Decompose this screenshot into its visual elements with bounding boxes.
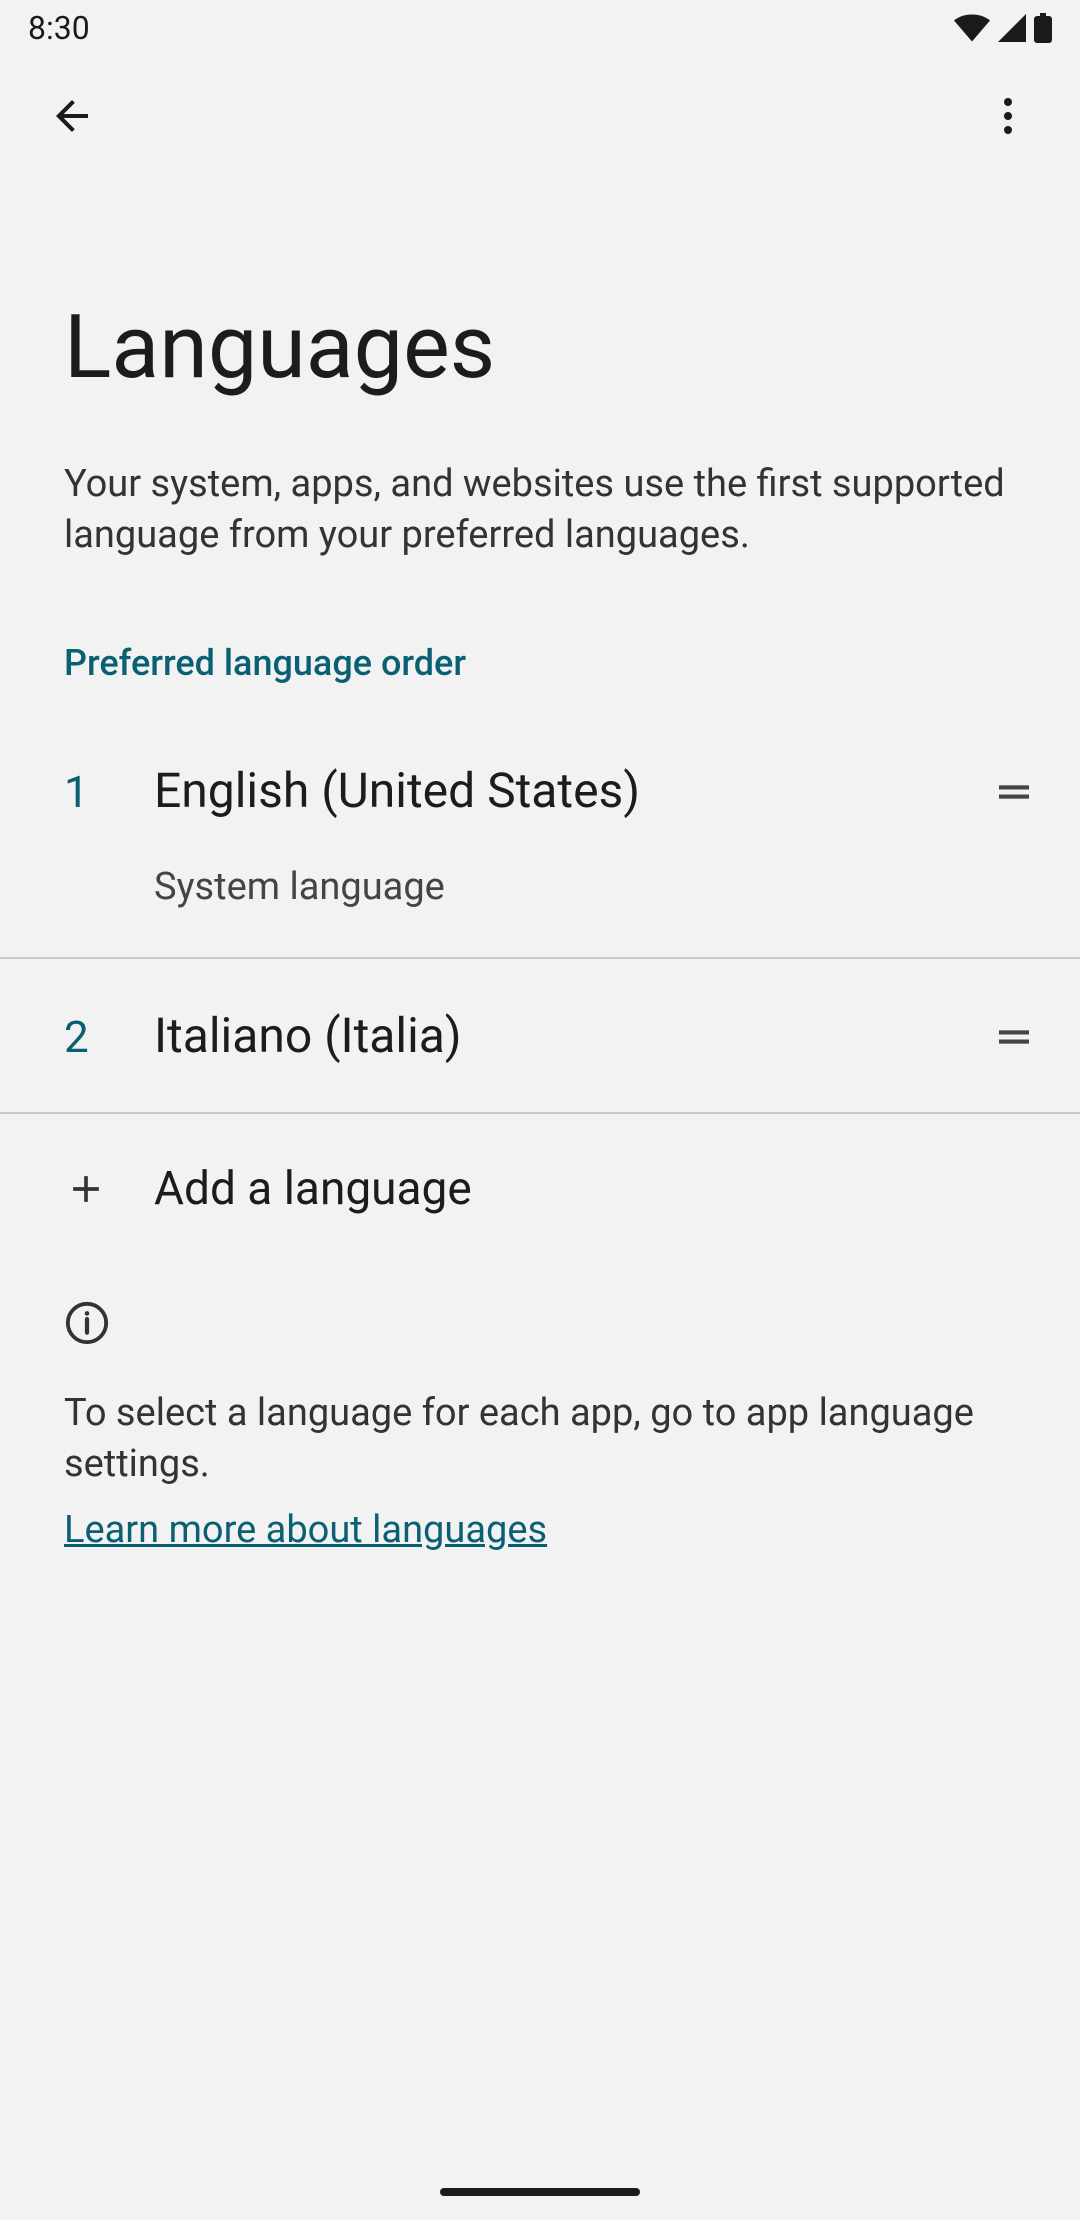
more-vert-icon bbox=[984, 92, 1032, 140]
language-index: 1 bbox=[64, 762, 154, 818]
section-header: Preferred language order bbox=[0, 612, 1080, 714]
language-index: 2 bbox=[64, 1007, 154, 1063]
language-body: Italiano (Italia) bbox=[154, 1007, 990, 1064]
plus-icon-wrap bbox=[64, 1167, 154, 1211]
overflow-menu-button[interactable] bbox=[972, 80, 1044, 152]
status-bar: 8:30 bbox=[0, 0, 1080, 56]
signal-icon bbox=[998, 14, 1026, 42]
drag-handle[interactable] bbox=[990, 768, 1038, 816]
page-description: Your system, apps, and websites use the … bbox=[0, 439, 1080, 612]
info-text: To select a language for each app, go to… bbox=[64, 1388, 1016, 1491]
drag-handle-icon bbox=[994, 1017, 1034, 1057]
language-list: 1 English (United States) System languag… bbox=[0, 714, 1080, 1114]
status-icons bbox=[954, 13, 1052, 43]
gesture-bar[interactable] bbox=[440, 2188, 640, 2196]
language-item[interactable]: 2 Italiano (Italia) bbox=[0, 959, 1080, 1114]
status-time: 8:30 bbox=[28, 9, 90, 47]
drag-handle[interactable] bbox=[990, 1013, 1038, 1061]
add-language-label: Add a language bbox=[154, 1162, 472, 1216]
plus-icon bbox=[64, 1167, 108, 1211]
language-item[interactable]: 1 English (United States) System languag… bbox=[0, 714, 1080, 959]
arrow-back-icon bbox=[48, 92, 96, 140]
page-title: Languages bbox=[0, 176, 1080, 439]
toolbar bbox=[0, 56, 1080, 176]
info-section: To select a language for each app, go to… bbox=[0, 1264, 1080, 1589]
language-subtitle: System language bbox=[154, 865, 990, 909]
info-icon-wrap bbox=[64, 1300, 1016, 1350]
info-icon bbox=[64, 1300, 110, 1346]
language-name: Italiano (Italia) bbox=[154, 1007, 990, 1064]
wifi-icon bbox=[954, 14, 990, 42]
language-name: English (United States) bbox=[154, 762, 990, 819]
learn-more-link[interactable]: Learn more about languages bbox=[64, 1508, 547, 1552]
back-button[interactable] bbox=[36, 80, 108, 152]
add-language-button[interactable]: Add a language bbox=[0, 1114, 1080, 1264]
battery-icon bbox=[1034, 13, 1052, 43]
drag-handle-icon bbox=[994, 772, 1034, 812]
language-body: English (United States) System language bbox=[154, 762, 990, 909]
